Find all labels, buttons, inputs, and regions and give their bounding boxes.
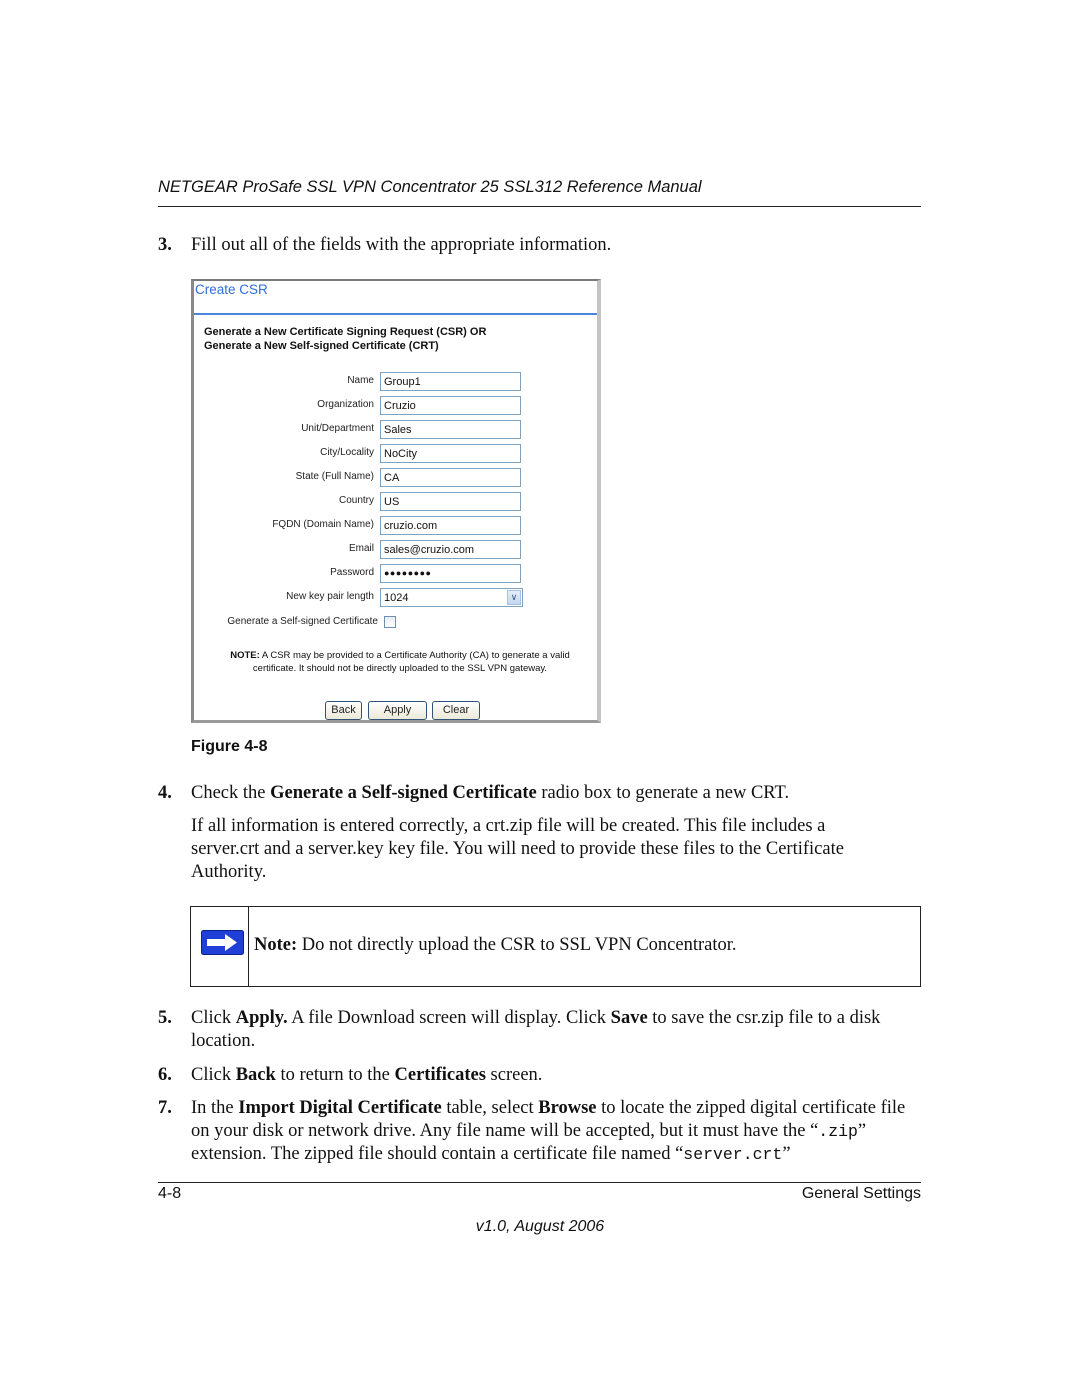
field-row-city: City/Locality NoCity — [194, 444, 594, 464]
step-number: 5. — [158, 1008, 172, 1028]
note-box: Note: Do not directly upload the CSR to … — [190, 906, 921, 987]
city-locality-input[interactable]: NoCity — [380, 444, 521, 463]
step-text: Click Back to return to the Certificates… — [191, 1064, 921, 1087]
create-csr-title: Create CSR — [195, 282, 268, 297]
text-run: to return to the — [275, 1065, 395, 1085]
note-divider — [248, 907, 249, 986]
field-label: Email — [348, 543, 374, 554]
csr-note: NOTE: A CSR may be provided to a Certifi… — [200, 649, 600, 675]
bold-term: Save — [610, 1008, 648, 1028]
field-row-key-length: New key pair length 1024 ∨ — [194, 588, 594, 608]
step-number: 7. — [158, 1098, 172, 1118]
field-row-password: Password ●●●●●●●● — [194, 564, 594, 584]
csr-intro: Generate a New Certificate Signing Reque… — [204, 325, 486, 353]
note-body: Do not directly upload the CSR to SSL VP… — [297, 935, 737, 955]
text-run: Click — [191, 1065, 236, 1085]
field-label: City/Locality — [320, 447, 374, 458]
field-label: New key pair length — [286, 591, 374, 602]
text-run: screen. — [485, 1065, 543, 1085]
code-term: server.crt — [683, 1145, 783, 1164]
step-number: 4. — [158, 783, 172, 803]
field-label: Name — [347, 375, 374, 386]
field-label: Unit/Department — [301, 423, 374, 434]
field-label: State (Full Name) — [295, 471, 374, 482]
chevron-down-icon[interactable]: ∨ — [507, 590, 521, 605]
field-label: Password — [330, 567, 374, 578]
bold-term: Certificates — [394, 1065, 486, 1085]
email-input[interactable]: sales@cruzio.com — [380, 540, 521, 559]
text-run: Check the — [191, 783, 271, 803]
text-run: In the — [191, 1098, 239, 1118]
text-run: radio box to generate a new CRT. — [536, 783, 790, 803]
field-label: Country — [338, 495, 374, 506]
field-row-fqdn: FQDN (Domain Name) cruzio.com — [194, 516, 594, 536]
step-text: Fill out all of the fields with the appr… — [191, 235, 612, 255]
step-text: Check the Generate a Self-signed Certifi… — [191, 782, 921, 805]
fqdn-input[interactable]: cruzio.com — [380, 516, 521, 535]
version-label: v1.0, August 2006 — [475, 1218, 605, 1235]
text-run: A file Download screen will display. Cli… — [287, 1008, 611, 1028]
code-term: .zip — [818, 1122, 858, 1141]
section-name: General Settings — [801, 1185, 921, 1202]
back-button[interactable]: Back — [325, 701, 362, 720]
state-input[interactable]: CA — [380, 468, 521, 487]
step-4-paragraph: If all information is entered correctly,… — [191, 816, 844, 882]
title-rule — [194, 313, 597, 315]
note-bold-label: NOTE: — [230, 650, 260, 661]
organization-input[interactable]: Cruzio — [380, 396, 521, 415]
field-row-name: Name Group1 — [194, 372, 594, 392]
figure-caption: Figure 4-8 — [191, 738, 268, 755]
step-text: Click Apply. A file Download screen will… — [191, 1007, 921, 1053]
step-number: 6. — [158, 1065, 172, 1085]
clear-button[interactable]: Clear — [432, 701, 480, 720]
note-line-2: certificate. It should not be directly u… — [252, 663, 548, 674]
field-row-country: Country US — [194, 492, 594, 512]
note-line-1: A CSR may be provided to a Certificate A… — [259, 650, 570, 661]
key-length-select[interactable]: 1024 ∨ — [380, 588, 523, 607]
unit-department-input[interactable]: Sales — [380, 420, 521, 439]
note-label: Note: — [254, 935, 298, 955]
field-label: Organization — [317, 399, 374, 410]
text-run: Click — [191, 1008, 236, 1028]
country-input[interactable]: US — [380, 492, 521, 511]
footer-rule — [158, 1182, 921, 1183]
intro-line-2: Generate a New Self-signed Certificate (… — [204, 340, 439, 352]
self-signed-row: Generate a Self-signed Certificate — [194, 613, 594, 633]
bold-term: Back — [235, 1065, 276, 1085]
name-input[interactable]: Group1 — [380, 372, 521, 391]
field-row-organization: Organization Cruzio — [194, 396, 594, 416]
page-number: 4-8 — [158, 1185, 182, 1202]
field-row-unit: Unit/Department Sales — [194, 420, 594, 440]
note-text: Note: Do not directly upload the CSR to … — [254, 934, 737, 957]
field-label: FQDN (Domain Name) — [272, 519, 374, 530]
field-row-email: Email sales@cruzio.com — [194, 540, 594, 560]
step-number: 3. — [158, 235, 172, 255]
page-header: NETGEAR ProSafe SSL VPN Concentrator 25 … — [158, 178, 702, 196]
bold-term: Browse — [538, 1098, 597, 1118]
field-row-state: State (Full Name) CA — [194, 468, 594, 488]
create-csr-screenshot: Create CSR Generate a New Certificate Si… — [191, 279, 601, 723]
header-rule — [158, 206, 921, 207]
bold-term: Import Digital Certificate — [238, 1098, 442, 1118]
bold-term: Generate a Self-signed Certificate — [270, 783, 537, 803]
intro-line-1: Generate a New Certificate Signing Reque… — [204, 326, 487, 338]
password-input[interactable]: ●●●●●●●● — [380, 564, 521, 583]
text-run: table, select — [441, 1098, 539, 1118]
key-length-value: 1024 — [384, 592, 409, 604]
right-arrow-icon — [201, 930, 244, 955]
field-label: Generate a Self-signed Certificate — [227, 616, 378, 627]
step-text: In the Import Digital Certificate table,… — [191, 1097, 921, 1166]
text-run: ” — [782, 1144, 791, 1164]
bold-term: Apply. — [235, 1008, 288, 1028]
self-signed-checkbox[interactable] — [384, 616, 396, 628]
apply-button[interactable]: Apply — [368, 701, 427, 720]
